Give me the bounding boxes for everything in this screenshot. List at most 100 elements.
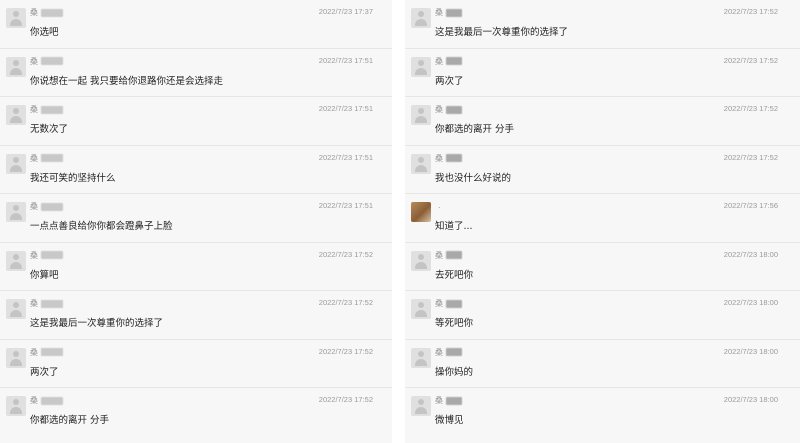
sender-name: 桑 (435, 7, 462, 18)
sender-name: 桑 (435, 104, 462, 115)
sender-name: 桑 (30, 298, 63, 309)
message-text: 你都选的离开 分手 (435, 124, 515, 135)
redacted-name (41, 154, 63, 162)
user-silhouette-icon (411, 250, 431, 271)
message-row: 桑 2022/7/23 18:00 去死吧你 (405, 243, 800, 291)
message-text: 无数次了 (30, 124, 69, 135)
message-row: 桑 2022/7/23 17:52 你都选的离开 分手 (0, 388, 392, 437)
sender-name: 桑 (30, 250, 63, 261)
message-text: 知道了... (435, 221, 473, 232)
message-text: 两次了 (435, 75, 464, 87)
column-gap (392, 0, 405, 443)
sender-name: 桑 (435, 347, 462, 358)
user-silhouette-icon (411, 347, 431, 368)
redacted-name (446, 251, 462, 259)
message-row: 桑 2022/7/23 17:51 无数次了 (0, 97, 392, 146)
redacted-name (41, 348, 63, 356)
chat-log-right: 桑 2022/7/23 17:52 这是我最后一次尊重你的选择了 桑 2022/… (405, 0, 800, 443)
redacted-name (41, 299, 63, 308)
message-time: 2022/7/23 17:51 (318, 152, 373, 162)
redacted-name (446, 57, 462, 65)
user-silhouette-icon (411, 299, 431, 319)
message-row: 桑 2022/7/23 18:00 等死吧你 (405, 291, 800, 340)
sender-name: 桑 (435, 250, 462, 261)
user-silhouette-icon (6, 56, 26, 77)
user-silhouette-icon (411, 8, 431, 28)
message-text: 你选吧 (30, 27, 59, 38)
message-row: . 2022/7/23 17:56 知道了... (405, 194, 800, 243)
redacted-name (41, 202, 63, 211)
message-row: 桑 2022/7/23 17:52 这是我最后一次尊重你的选择了 (0, 291, 392, 340)
message-row: 桑 2022/7/23 17:52 你算吧 (0, 243, 392, 291)
message-time: 2022/7/23 17:52 (318, 298, 373, 307)
message-time: 2022/7/23 17:56 (723, 201, 778, 210)
message-row: 桑 2022/7/23 18:00 微博见 (405, 388, 800, 437)
message-time: 2022/7/23 18:00 (723, 395, 778, 404)
message-row: 桑 2022/7/23 17:51 你说想在一起 我只要给你退路你还是会选择走 (0, 49, 392, 97)
user-silhouette-icon (6, 105, 26, 125)
sender-name: 桑 (30, 104, 63, 115)
message-row: 桑 2022/7/23 17:52 你都选的离开 分手 (405, 97, 800, 146)
user-silhouette-icon (6, 396, 26, 416)
user-silhouette-icon (411, 56, 431, 77)
message-text: 操你妈的 (435, 366, 474, 378)
message-time: 2022/7/23 17:37 (318, 7, 373, 16)
message-text: 我也没什么好说的 (435, 172, 512, 184)
user-silhouette-icon (6, 250, 26, 271)
sender-name: 桑 (30, 56, 63, 67)
sender-name: . (438, 201, 441, 210)
user-silhouette-icon (6, 202, 26, 222)
redacted-name (41, 8, 63, 17)
message-text: 你说想在一起 我只要给你退路你还是会选择走 (30, 75, 224, 87)
user-silhouette-icon (411, 396, 431, 416)
sender-name: 桑 (435, 56, 462, 67)
message-text: 你都选的离开 分手 (30, 415, 110, 426)
message-row: 桑 2022/7/23 17:52 两次了 (0, 340, 392, 388)
sender-name: 桑 (435, 298, 462, 309)
message-row: 桑 2022/7/23 17:37 你选吧 (0, 0, 392, 49)
message-time: 2022/7/23 17:52 (723, 152, 778, 162)
redacted-name (446, 8, 462, 17)
redacted-name (41, 251, 63, 259)
message-time: 2022/7/23 17:51 (318, 55, 373, 65)
sender-name: 桑 (435, 395, 462, 406)
message-time: 2022/7/23 17:52 (318, 249, 373, 259)
redacted-name (41, 105, 63, 114)
user-silhouette-icon (6, 347, 26, 368)
redacted-name (446, 105, 462, 114)
sender-name: 桑 (30, 201, 63, 212)
sender-name: 桑 (30, 347, 63, 358)
user-silhouette-icon (411, 105, 431, 125)
user-silhouette-icon (6, 299, 26, 319)
user-silhouette-icon (6, 8, 26, 28)
message-text: 这是我最后一次尊重你的选择了 (30, 318, 164, 329)
message-row: 桑 2022/7/23 17:52 两次了 (405, 49, 800, 97)
message-text: 微博见 (435, 415, 464, 426)
sender-name: 桑 (30, 395, 63, 406)
message-time: 2022/7/23 17:52 (318, 346, 373, 356)
message-text: 去死吧你 (435, 269, 474, 281)
redacted-name (41, 396, 63, 405)
message-text: 你算吧 (30, 269, 59, 281)
redacted-name (41, 57, 63, 65)
message-row: 桑 2022/7/23 17:51 我还可笑的坚持什么 (0, 146, 392, 194)
sender-name: 桑 (30, 7, 63, 18)
message-text: 这是我最后一次尊重你的选择了 (435, 27, 569, 38)
message-row: 桑 2022/7/23 18:00 操你妈的 (405, 340, 800, 388)
message-text: 我还可笑的坚持什么 (30, 172, 116, 184)
message-row: 桑 2022/7/23 17:52 这是我最后一次尊重你的选择了 (405, 0, 800, 49)
message-row: 桑 2022/7/23 17:51 一点点善良给你你都会蹬鼻子上脸 (0, 194, 392, 243)
sender-name: 桑 (30, 153, 63, 164)
photo-avatar-icon (411, 202, 431, 222)
message-text: 等死吧你 (435, 318, 474, 329)
message-row: 桑 2022/7/23 17:52 我也没什么好说的 (405, 146, 800, 194)
message-time: 2022/7/23 18:00 (723, 298, 778, 307)
sender-name: 桑 (435, 153, 462, 164)
redacted-name (446, 299, 462, 308)
message-time: 2022/7/23 17:51 (318, 201, 373, 210)
message-time: 2022/7/23 17:51 (318, 104, 373, 113)
redacted-name (446, 348, 462, 356)
message-text: 一点点善良给你你都会蹬鼻子上脸 (30, 221, 173, 232)
user-silhouette-icon (6, 153, 26, 174)
chat-history-screenshot: 桑 2022/7/23 17:37 你选吧 桑 2022/7/23 17:51 … (0, 0, 800, 443)
